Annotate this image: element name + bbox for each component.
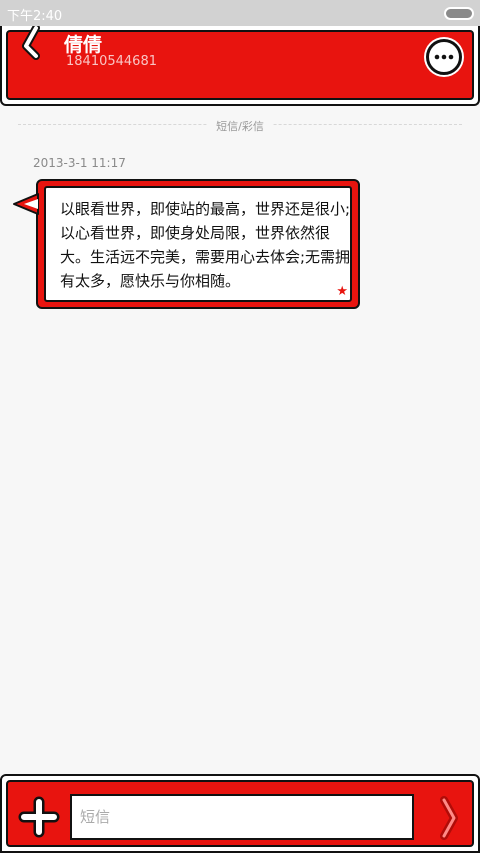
bubble-tail bbox=[13, 193, 39, 215]
conversation-header: 倩倩 18410544681 bbox=[0, 26, 480, 106]
conversation-screen: 下午2:40 倩倩 18410544681 短信/彩信 2013-3-1 11:… bbox=[0, 0, 480, 853]
star-icon: ★ bbox=[336, 284, 348, 299]
contact-name: 倩倩 bbox=[64, 34, 103, 56]
message-input-box bbox=[70, 794, 414, 840]
header-panel: 倩倩 18410544681 bbox=[6, 26, 474, 100]
back-arrow-icon[interactable] bbox=[18, 26, 46, 62]
message-bubble[interactable]: 以眼看世界，即使站的最高，世界还是很小;以心看世界，即使身处局限，世界依然很大。… bbox=[36, 179, 360, 309]
message-type-label-text: 短信/彩信 bbox=[208, 120, 272, 133]
status-bar: 下午2:40 bbox=[0, 0, 480, 26]
send-arrow-icon[interactable] bbox=[438, 796, 460, 840]
message-text: 以眼看世界，即使站的最高，世界还是很小;以心看世界，即使身处局限，世界依然很大。… bbox=[60, 200, 351, 290]
composer-bar bbox=[0, 774, 480, 853]
message-type-label: 短信/彩信 bbox=[0, 118, 480, 134]
message-input[interactable] bbox=[72, 796, 412, 838]
battery-icon bbox=[444, 7, 474, 20]
composer-panel bbox=[6, 780, 474, 847]
more-dots-icon bbox=[434, 54, 454, 60]
message-timestamp: 2013-3-1 11:17 bbox=[33, 156, 126, 170]
status-time: 下午2:40 bbox=[7, 9, 63, 24]
contact-phone-number: 18410544681 bbox=[66, 54, 157, 69]
more-options-button[interactable] bbox=[426, 39, 462, 75]
plus-icon[interactable] bbox=[18, 796, 60, 838]
message-bubble-body: 以眼看世界，即使站的最高，世界还是很小;以心看世界，即使身处局限，世界依然很大。… bbox=[44, 186, 352, 302]
